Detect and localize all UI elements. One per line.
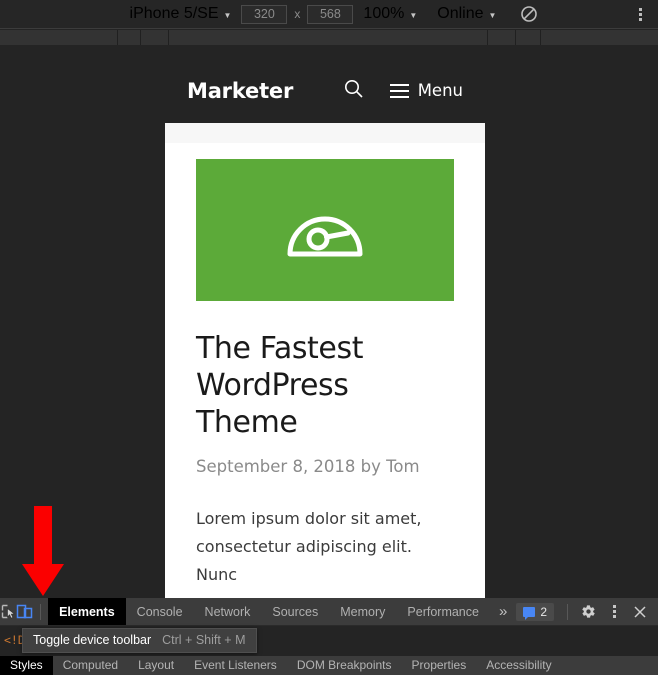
tab-console[interactable]: Console bbox=[126, 598, 194, 625]
article: The Fastest WordPress Theme September 8,… bbox=[165, 143, 485, 589]
ruler-tick bbox=[140, 30, 141, 45]
speedometer-icon bbox=[282, 192, 368, 269]
zoom-selector-label: 100% bbox=[363, 5, 405, 22]
device-emulation-toolbar: iPhone 5/SE ▼ x 100% ▼ Online ▼ bbox=[0, 0, 658, 29]
site-logo[interactable]: Marketer bbox=[187, 79, 293, 103]
zoom-selector[interactable]: 100% ▼ bbox=[353, 5, 427, 23]
close-devtools-button[interactable] bbox=[627, 599, 653, 625]
message-bubble-icon bbox=[523, 606, 536, 620]
viewport-height-input[interactable] bbox=[307, 4, 354, 24]
vertical-dots-icon bbox=[638, 12, 642, 16]
viewport-ruler[interactable] bbox=[0, 30, 658, 45]
network-throttling-selector[interactable]: Online ▼ bbox=[427, 5, 506, 23]
post-meta: September 8, 2018 by Tom bbox=[196, 457, 420, 476]
inspect-element-button[interactable] bbox=[0, 598, 16, 625]
tab-memory[interactable]: Memory bbox=[329, 598, 396, 625]
tab-sources[interactable]: Sources bbox=[261, 598, 329, 625]
tab-performance[interactable]: Performance bbox=[396, 598, 490, 625]
sub-tab-dom-breakpoints[interactable]: DOM Breakpoints bbox=[287, 656, 402, 675]
vertical-dots-icon bbox=[612, 605, 616, 618]
chevron-down-icon: ▼ bbox=[223, 10, 232, 20]
device-toolbar-more-options-button[interactable] bbox=[632, 6, 648, 22]
sub-tab-accessibility[interactable]: Accessibility bbox=[476, 656, 561, 675]
chevron-down-icon: ▼ bbox=[488, 10, 497, 20]
post-body: Lorem ipsum dolor sit amet, consectetur … bbox=[196, 509, 422, 584]
hamburger-icon bbox=[389, 83, 409, 98]
dimension-separator: x bbox=[294, 7, 301, 21]
tooltip-shortcut: Ctrl + Shift + M bbox=[162, 633, 246, 647]
emulated-viewport[interactable]: Marketer Menu The Fastest WordPress Them… bbox=[165, 58, 485, 598]
device-selector[interactable]: iPhone 5/SE ▼ bbox=[120, 5, 242, 23]
sub-tab-layout[interactable]: Layout bbox=[128, 656, 184, 675]
menu-label: Menu bbox=[417, 81, 463, 100]
styles-sidebar-tab-bar: Styles Computed Layout Event Listeners D… bbox=[0, 656, 658, 675]
devtools-window: iPhone 5/SE ▼ x 100% ▼ Online ▼ bbox=[0, 0, 658, 675]
sub-tab-computed[interactable]: Computed bbox=[53, 656, 128, 675]
hero-image[interactable] bbox=[196, 159, 454, 301]
sub-tab-event-listeners[interactable]: Event Listeners bbox=[184, 656, 287, 675]
devtools-main-menu-button[interactable] bbox=[601, 599, 627, 625]
vertical-dots-icon bbox=[638, 17, 642, 21]
post-title[interactable]: The Fastest WordPress Theme bbox=[196, 330, 454, 441]
tooltip: Toggle device toolbar Ctrl + Shift + M bbox=[22, 628, 257, 653]
more-tabs-icon[interactable]: » bbox=[490, 598, 516, 625]
vertical-dots-icon bbox=[638, 7, 642, 11]
menu-button[interactable]: Menu bbox=[389, 81, 463, 100]
header-spacer bbox=[165, 123, 485, 143]
device-selector-label: iPhone 5/SE bbox=[129, 5, 219, 22]
devtools-tab-bar: Elements Console Network Sources Memory … bbox=[0, 598, 658, 626]
message-count: 2 bbox=[540, 604, 547, 619]
toolbar-divider bbox=[567, 603, 568, 620]
throttling-label: Online bbox=[437, 5, 484, 22]
tab-bar-right-actions: 2 bbox=[516, 598, 658, 625]
ruler-tick bbox=[540, 30, 541, 45]
tab-elements[interactable]: Elements bbox=[48, 598, 126, 625]
annotation-arrow-icon bbox=[21, 506, 65, 602]
chevron-down-icon: ▼ bbox=[409, 10, 418, 20]
toggle-device-toolbar-button[interactable] bbox=[16, 598, 33, 625]
console-message-badge[interactable]: 2 bbox=[516, 602, 554, 621]
ruler-tick bbox=[117, 30, 118, 45]
page-canvas: Marketer Menu The Fastest WordPress Them… bbox=[0, 45, 658, 598]
sub-tab-styles[interactable]: Styles bbox=[0, 656, 53, 675]
header-actions: Menu bbox=[343, 78, 463, 104]
ruler-tick bbox=[487, 30, 488, 45]
site-header: Marketer Menu bbox=[165, 58, 485, 123]
sub-tab-properties[interactable]: Properties bbox=[402, 656, 477, 675]
tooltip-text: Toggle device toolbar bbox=[33, 633, 152, 647]
search-icon[interactable] bbox=[343, 78, 364, 104]
tab-network[interactable]: Network bbox=[194, 598, 262, 625]
ruler-tick bbox=[168, 30, 169, 45]
viewport-width-input[interactable] bbox=[241, 4, 288, 24]
toolbar-divider bbox=[40, 603, 42, 620]
no-throttling-icon[interactable] bbox=[520, 5, 538, 23]
ruler-tick bbox=[515, 30, 516, 45]
settings-button[interactable] bbox=[575, 599, 601, 625]
